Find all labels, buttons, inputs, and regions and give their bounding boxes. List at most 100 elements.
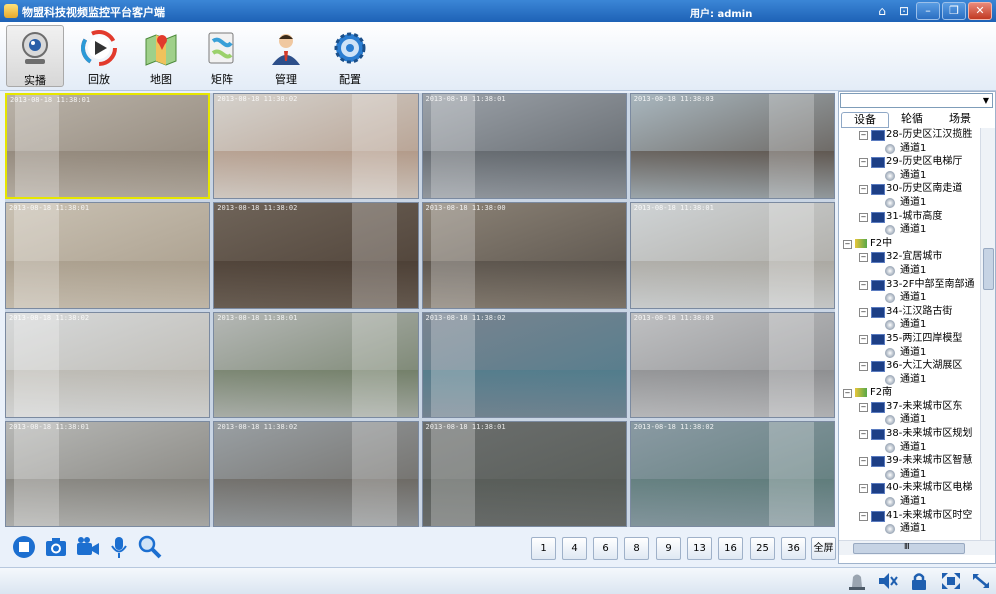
tree-channel[interactable]: 通道1 <box>839 169 979 183</box>
camera-view[interactable]: 2013-08-18 11:38:02 <box>213 420 419 527</box>
collapse-icon[interactable]: − <box>859 280 868 290</box>
tree-channel[interactable]: 通道1 <box>839 196 979 210</box>
tree-device[interactable]: − 39-未来城市区智慧 <box>839 454 979 468</box>
collapse-icon[interactable]: − <box>859 484 868 494</box>
camera-view[interactable]: 2013-08-18 11:38:01 <box>5 93 211 200</box>
collapse-icon[interactable]: − <box>859 253 868 263</box>
tree-channel[interactable]: 通道1 <box>839 346 979 360</box>
tree-device[interactable]: − 40-未来城市区电梯 <box>839 481 979 495</box>
snapshot-camera-icon[interactable] <box>44 535 68 559</box>
mute-speaker-icon[interactable] <box>877 571 899 591</box>
restore-button[interactable]: ❐ <box>942 2 966 20</box>
layout-button[interactable]: 36 <box>781 537 806 560</box>
layout-button[interactable]: 13 <box>687 537 712 560</box>
tree-horizontal-scrollbar[interactable]: Ⅲ <box>839 540 995 555</box>
camera-view[interactable]: 2013-08-18 11:38:02 <box>213 202 419 309</box>
tree-device[interactable]: − 33-2F中部至南部通 <box>839 278 979 292</box>
tree-channel[interactable]: 通道1 <box>839 318 979 332</box>
live-view-button[interactable]: 实播 <box>6 25 64 87</box>
minimize-button[interactable]: – <box>916 2 940 20</box>
camera-view[interactable]: 2013-08-18 11:38:01 <box>213 311 419 418</box>
chevron-down-icon[interactable]: ▼ <box>980 94 992 107</box>
tree-group[interactable]: − F2中 <box>839 237 979 251</box>
expand-icon[interactable] <box>970 571 992 591</box>
alarm-light-icon[interactable] <box>846 571 868 591</box>
lock-icon[interactable]: ⊡ <box>895 2 913 20</box>
camera-view[interactable]: 2013-08-18 11:38:01 <box>5 202 211 309</box>
collapse-icon[interactable]: − <box>859 334 868 344</box>
tree-channel[interactable]: 通道1 <box>839 142 979 156</box>
zoom-search-icon[interactable] <box>138 535 162 559</box>
tree-device[interactable]: − 38-未来城市区规划 <box>839 427 979 441</box>
tree-channel[interactable]: 通道1 <box>839 522 979 536</box>
layout-button[interactable]: 6 <box>593 537 618 560</box>
record-video-icon[interactable] <box>76 535 100 559</box>
matrix-button[interactable]: 矩阵 <box>194 25 250 86</box>
camera-view[interactable]: 2013-08-18 11:38:02 <box>213 93 419 200</box>
tab-cycle[interactable]: 轮循 <box>889 112 935 126</box>
device-select[interactable]: ▼ <box>840 93 993 108</box>
camera-view[interactable]: 2013-08-18 11:38:01 <box>421 93 627 200</box>
tree-vertical-scrollbar[interactable] <box>980 128 995 540</box>
map-button[interactable]: 地图 <box>133 25 189 86</box>
collapse-icon[interactable]: − <box>859 402 868 412</box>
tree-channel[interactable]: 通道1 <box>839 291 979 305</box>
tree-device[interactable]: − 41-未来城市区时空 <box>839 509 979 523</box>
tree-device[interactable]: − 36-大江大湖展区 <box>839 359 979 373</box>
layout-button[interactable]: 1 <box>531 537 556 560</box>
tree-device[interactable]: − 28-历史区江汉揽胜 <box>839 128 979 142</box>
collapse-icon[interactable]: − <box>859 430 868 440</box>
scroll-thumb[interactable]: Ⅲ <box>853 542 965 554</box>
fit-screen-icon[interactable] <box>940 571 962 591</box>
tree-device[interactable]: − 35-两江四岸模型 <box>839 332 979 346</box>
tree-channel[interactable]: 通道1 <box>839 468 979 482</box>
layout-button[interactable]: 8 <box>624 537 649 560</box>
collapse-icon[interactable]: − <box>859 457 868 467</box>
tree-channel[interactable]: 通道1 <box>839 441 979 455</box>
tree-device[interactable]: − 30-历史区南走道 <box>839 182 979 196</box>
tree-device[interactable]: − 32-宜居城市 <box>839 250 979 264</box>
microphone-icon[interactable] <box>107 535 131 559</box>
collapse-icon[interactable]: − <box>859 158 868 168</box>
tree-device[interactable]: − 34-江汉路古街 <box>839 305 979 319</box>
collapse-icon[interactable]: − <box>859 185 868 195</box>
camera-view[interactable]: 2013-08-18 11:38:01 <box>5 420 211 527</box>
tree-device[interactable]: − 37-未来城市区东 <box>839 400 979 414</box>
collapse-icon[interactable]: − <box>859 511 868 521</box>
camera-view[interactable]: 2013-08-18 11:38:00 <box>421 202 627 309</box>
admin-button[interactable]: 管理 <box>258 25 314 86</box>
stop-icon[interactable] <box>12 535 36 559</box>
home-icon[interactable]: ⌂ <box>873 2 891 20</box>
camera-view[interactable]: 2013-08-18 11:38:02 <box>421 311 627 418</box>
tree-group[interactable]: − F2南 <box>839 386 979 400</box>
tab-scenes[interactable]: 场景 <box>937 112 983 126</box>
camera-view[interactable]: 2013-08-18 11:38:03 <box>629 311 835 418</box>
tree-channel[interactable]: 通道1 <box>839 223 979 237</box>
collapse-icon[interactable]: − <box>859 362 868 372</box>
tree-device[interactable]: − 31-城市高度 <box>839 210 979 224</box>
tree-channel[interactable]: 通道1 <box>839 373 979 387</box>
lock-icon[interactable] <box>908 571 930 591</box>
collapse-icon[interactable]: − <box>859 131 868 140</box>
camera-view[interactable]: 2013-08-18 11:38:02 <box>629 420 835 527</box>
layout-button[interactable]: 9 <box>656 537 681 560</box>
tree-device[interactable]: − 29-历史区电梯厅 <box>839 155 979 169</box>
fullscreen-button[interactable]: 全屏 <box>811 537 836 560</box>
camera-view[interactable]: 2013-08-18 11:38:03 <box>629 93 835 200</box>
tree-channel[interactable]: 通道1 <box>839 264 979 278</box>
layout-button[interactable]: 25 <box>750 537 775 560</box>
settings-button[interactable]: 配置 <box>322 25 378 86</box>
camera-view[interactable]: 2013-08-18 11:38:02 <box>5 311 211 418</box>
collapse-icon[interactable]: − <box>843 389 852 399</box>
tree-channel[interactable]: 通道1 <box>839 495 979 509</box>
tab-devices[interactable]: 设备 <box>841 112 889 128</box>
tree-channel[interactable]: 通道1 <box>839 413 979 427</box>
camera-view[interactable]: 2013-08-18 11:38:01 <box>421 420 627 527</box>
close-button[interactable]: ✕ <box>968 2 992 20</box>
camera-view[interactable]: 2013-08-18 11:38:01 <box>629 202 835 309</box>
collapse-icon[interactable]: − <box>859 212 868 222</box>
playback-button[interactable]: 回放 <box>71 25 127 86</box>
layout-button[interactable]: 16 <box>718 537 743 560</box>
layout-button[interactable]: 4 <box>562 537 587 560</box>
collapse-icon[interactable]: − <box>843 239 852 249</box>
